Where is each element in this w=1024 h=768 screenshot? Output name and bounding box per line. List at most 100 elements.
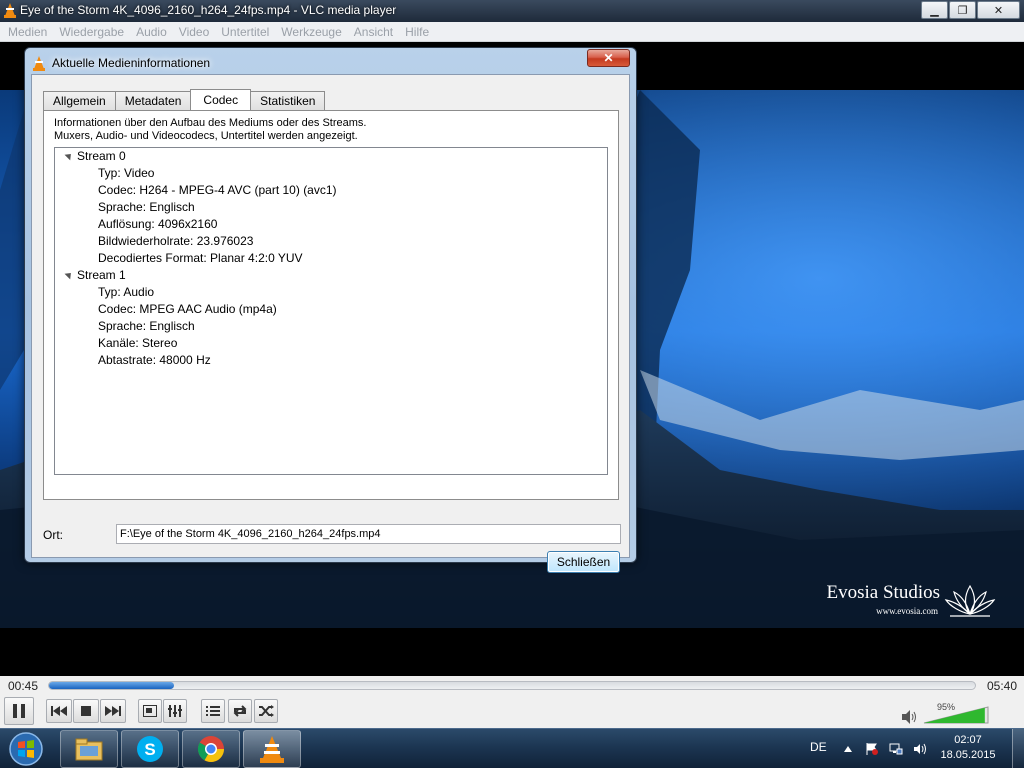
menu-audio[interactable]: Audio — [130, 25, 173, 39]
system-tray — [840, 741, 936, 757]
maximize-button[interactable]: ❐ — [949, 1, 976, 19]
lotus-logo-icon — [944, 584, 996, 617]
video-area[interactable]: Evosia Studios www.evosia.com Aktuelle M… — [0, 42, 1024, 676]
collapse-arrow-icon[interactable] — [64, 151, 74, 161]
stream-label: Stream 1 — [77, 268, 126, 282]
tab-bar: Allgemein Metadaten Codec Statistiken — [43, 89, 326, 110]
tree-item[interactable]: Sprache: Englisch — [55, 318, 607, 335]
tree-item[interactable]: Auflösung: 4096x2160 — [55, 216, 607, 233]
menu-hilfe[interactable]: Hilfe — [399, 25, 435, 39]
tree-item[interactable]: Typ: Video — [55, 165, 607, 182]
tree-item[interactable]: Kanäle: Stereo — [55, 335, 607, 352]
tab-metadaten[interactable]: Metadaten — [114, 91, 192, 110]
network-icon[interactable] — [888, 741, 904, 757]
stream-tree[interactable]: Stream 0 Typ: Video Codec: H264 - MPEG-4… — [54, 147, 608, 475]
extended-settings-button[interactable] — [163, 699, 187, 723]
stop-icon — [81, 706, 91, 716]
show-desktop-button[interactable] — [1012, 729, 1024, 768]
tab-allgemein[interactable]: Allgemein — [43, 91, 116, 110]
windows-orb-icon — [9, 732, 43, 766]
tree-item[interactable]: Codec: MPEG AAC Audio (mp4a) — [55, 301, 607, 318]
tree-item[interactable]: Abtastrate: 48000 Hz — [55, 352, 607, 369]
taskbar: S DE 02:07 18.05.2015 — [0, 728, 1024, 768]
chrome-icon — [197, 736, 225, 763]
seek-progress — [49, 682, 174, 689]
start-button[interactable] — [4, 730, 48, 768]
clock-date: 18.05.2015 — [940, 749, 996, 761]
menu-wiedergabe[interactable]: Wiedergabe — [53, 25, 130, 39]
controls-row: 95% — [0, 696, 1024, 728]
tree-item[interactable]: Typ: Audio — [55, 284, 607, 301]
window-close-button[interactable]: ✕ — [977, 1, 1020, 19]
menu-werkzeuge[interactable]: Werkzeuge — [275, 25, 347, 39]
folder-icon — [75, 738, 103, 761]
language-indicator[interactable]: DE — [810, 740, 827, 754]
tree-item[interactable]: Sprache: Englisch — [55, 199, 607, 216]
location-label: Ort: — [43, 528, 63, 542]
tree-item[interactable]: Decodiertes Format: Planar 4:2:0 YUV — [55, 250, 607, 267]
window-title: Eye of the Storm 4K_4096_2160_h264_24fps… — [20, 3, 397, 17]
menu-untertitel[interactable]: Untertitel — [215, 25, 275, 39]
clock-time: 02:07 — [954, 734, 982, 746]
pause-button[interactable] — [4, 697, 34, 725]
tray-expand-icon[interactable] — [840, 741, 856, 757]
elapsed-time[interactable]: 00:45 — [8, 679, 38, 693]
menu-video[interactable]: Video — [173, 25, 215, 39]
volume-slider[interactable] — [902, 701, 1002, 725]
volume-control[interactable]: 95% — [902, 701, 1002, 725]
svg-text:S: S — [144, 740, 155, 759]
panel-description: Informationen über den Aufbau des Medium… — [54, 117, 366, 143]
menu-bar: Medien Wiedergabe Audio Video Untertitel… — [0, 22, 1024, 42]
skype-icon: S — [137, 736, 163, 762]
stream-label: Stream 0 — [77, 149, 126, 163]
close-button[interactable]: Schließen — [547, 551, 620, 573]
volume-tray-icon[interactable] — [912, 741, 928, 757]
next-button[interactable] — [100, 699, 126, 723]
previous-button[interactable] — [46, 699, 72, 723]
equalizer-icon — [168, 705, 182, 717]
loop-icon — [233, 705, 247, 717]
next-icon — [105, 706, 121, 716]
vlc-cone-icon — [4, 3, 16, 18]
window-titlebar[interactable]: Eye of the Storm 4K_4096_2160_h264_24fps… — [0, 0, 1024, 22]
seek-bar[interactable] — [48, 681, 976, 690]
description-line-2: Muxers, Audio- und Videocodecs, Untertit… — [54, 130, 358, 142]
menu-medien[interactable]: Medien — [2, 25, 53, 39]
tab-codec[interactable]: Codec — [190, 89, 252, 110]
tree-stream-1[interactable]: Stream 1 — [55, 267, 607, 284]
fullscreen-icon — [143, 705, 157, 717]
taskbar-skype[interactable]: S — [121, 730, 179, 768]
taskbar-clock[interactable]: 02:07 18.05.2015 — [938, 733, 998, 763]
location-field[interactable]: F:\Eye of the Storm 4K_4096_2160_h264_24… — [116, 524, 621, 544]
codec-panel: Informationen über den Aufbau des Medium… — [43, 110, 619, 500]
menu-ansicht[interactable]: Ansicht — [348, 25, 399, 39]
total-time[interactable]: 05:40 — [987, 679, 1017, 693]
tree-item[interactable]: Bildwiederholrate: 23.976023 — [55, 233, 607, 250]
shuffle-button[interactable] — [254, 699, 278, 723]
taskbar-chrome[interactable] — [182, 730, 240, 768]
tree-stream-0[interactable]: Stream 0 — [55, 148, 607, 165]
playlist-icon — [206, 706, 220, 716]
vlc-cone-icon — [260, 736, 284, 763]
tree-item[interactable]: Codec: H264 - MPEG-4 AVC (part 10) (avc1… — [55, 182, 607, 199]
window-controls: ▁ ❐ ✕ — [920, 1, 1020, 19]
minimize-button[interactable]: ▁ — [921, 1, 948, 19]
playlist-button[interactable] — [201, 699, 225, 723]
action-center-flag-icon[interactable] — [864, 741, 880, 757]
taskbar-explorer[interactable] — [60, 730, 118, 768]
loop-button[interactable] — [228, 699, 252, 723]
pause-icon — [13, 704, 25, 718]
shuffle-icon — [259, 705, 274, 717]
stop-button[interactable] — [73, 699, 99, 723]
dialog-titlebar[interactable]: Aktuelle Medieninformationen — [32, 54, 210, 72]
tab-statistiken[interactable]: Statistiken — [250, 91, 326, 110]
seek-row: 00:45 05:40 — [0, 676, 1024, 696]
taskbar-vlc[interactable] — [243, 730, 301, 768]
media-info-dialog: Aktuelle Medieninformationen ✕ Allgemein… — [24, 47, 637, 573]
dialog-close-button[interactable]: ✕ — [587, 49, 630, 67]
watermark-brand: Evosia Studios — [826, 582, 940, 603]
collapse-arrow-icon[interactable] — [64, 270, 74, 280]
watermark-site: www.evosia.com — [876, 606, 938, 616]
fullscreen-button[interactable] — [138, 699, 162, 723]
description-line-1: Informationen über den Aufbau des Medium… — [54, 117, 367, 129]
